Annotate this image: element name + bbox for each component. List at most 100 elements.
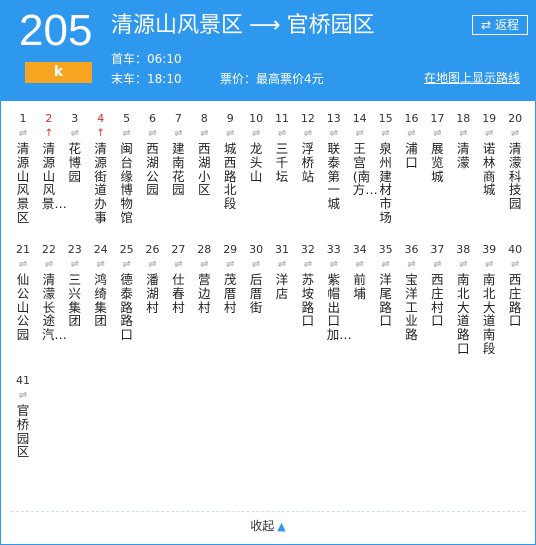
stop-name: 西湖公园	[146, 141, 159, 198]
stop-item[interactable]: 27 ⇌ 仕春村	[168, 242, 188, 314]
bidirectional-icon: ⇌	[122, 128, 131, 139]
stop-number: 7	[174, 112, 182, 125]
stop-number: 40	[508, 243, 523, 256]
bidirectional-icon: ⇌	[70, 259, 79, 270]
route-origin: 清源山风景区	[111, 13, 244, 38]
stop-item[interactable]: 2 ↑ 清源山风景…	[39, 111, 67, 211]
stop-item[interactable]: 7 ⇌ 建南花园	[168, 111, 188, 197]
stop-number: 19	[482, 112, 497, 125]
stop-item[interactable]: 30 ⇌ 后厝街	[246, 242, 266, 314]
stop-item[interactable]: 3 ⇌ 花博园	[65, 111, 85, 183]
bidirectional-icon: ⇌	[484, 128, 494, 139]
stop-name: 浦口	[405, 141, 418, 170]
stop-number: 31	[275, 243, 289, 256]
stop-item[interactable]: 18 ⇌ 清濛	[453, 111, 473, 170]
bidirectional-icon: ⇌	[122, 259, 131, 270]
stop-item[interactable]: 14 ⇌ 王宫(南方…	[350, 111, 378, 198]
stop-name: 泉州建材市场	[379, 141, 392, 225]
fare-value: 最高票价4元	[256, 72, 324, 86]
show-route-on-map-link[interactable]: 在地图上显示路线	[424, 70, 520, 86]
stop-item[interactable]: 12 ⇌ 浮桥站	[298, 111, 318, 183]
bidirectional-icon: ⇌	[225, 128, 235, 139]
stop-number: 22	[41, 243, 56, 256]
stop-item[interactable]: 6 ⇌ 西湖公园	[143, 111, 163, 197]
stop-item[interactable]: 16 ⇌ 浦口	[402, 111, 422, 170]
stop-item[interactable]: 15 ⇌ 泉州建材市场	[376, 111, 396, 225]
bidirectional-icon: ⇌	[459, 259, 468, 270]
stop-name: 仙公山公园	[16, 272, 30, 343]
stop-name: 西湖小区	[198, 141, 211, 198]
stop-number: 37	[430, 243, 445, 256]
stop-number: 20	[508, 112, 523, 125]
stop-item[interactable]: 5 ⇌ 闽台缘博物馆	[117, 111, 137, 225]
stop-item[interactable]: 31 ⇌ 洋店	[272, 242, 292, 301]
stop-name: 花博园	[68, 141, 82, 184]
stop-item[interactable]: 4 ↑ 清源街道办事	[91, 111, 111, 225]
stop-item[interactable]: 37 ⇌ 西庄村口	[427, 242, 447, 328]
stop-item[interactable]: 25 ⇌ 德泰路路口	[117, 242, 137, 342]
stop-name: 浮桥站	[301, 141, 315, 184]
stop-item[interactable]: 41 ⇌ 官桥园区	[13, 373, 33, 459]
stop-name: 龙头山	[249, 141, 263, 184]
stop-item[interactable]: 13 ⇌ 联泰第一城	[324, 111, 344, 211]
stop-item[interactable]: 32 ⇌ 苏垵路口	[298, 242, 318, 328]
stop-item[interactable]: 19 ⇌ 诺林商城	[479, 111, 499, 197]
stop-item[interactable]: 29 ⇌ 茂厝村	[220, 242, 240, 314]
stop-number: 33	[326, 243, 341, 256]
stop-item[interactable]: 17 ⇌ 展览城	[427, 111, 447, 183]
stop-number: 26	[145, 243, 160, 256]
bidirectional-icon: ⇌	[148, 259, 157, 270]
bidirectional-icon: ⇌	[174, 259, 183, 270]
bidirectional-icon: ⇌	[277, 128, 287, 139]
stop-item[interactable]: 36 ⇌ 宝洋工业路	[402, 242, 422, 342]
stop-item[interactable]: 11 ⇌ 三千坛	[272, 111, 292, 183]
stop-number: 21	[16, 243, 30, 256]
stop-number: 3	[71, 112, 79, 125]
stop-name: 鸿绮集团	[94, 272, 107, 329]
stop-item[interactable]: 38 ⇌ 南北大道路口	[453, 242, 473, 356]
bidirectional-icon: ⇌	[433, 128, 442, 139]
bidirectional-icon: ⇌	[148, 128, 157, 139]
bidirectional-icon: ⇌	[303, 128, 313, 139]
bidirectional-icon: ⇌	[510, 128, 520, 139]
stop-name: 王宫(南方…	[352, 141, 378, 198]
stop-name: 建南花园	[172, 141, 185, 198]
stop-number: 16	[404, 112, 419, 125]
stop-item[interactable]: 24 ⇌ 鸿绮集团	[91, 242, 111, 328]
fare-info: 票价：最高票价4元	[220, 71, 324, 87]
direction-arrow-icon: ⟶	[249, 13, 281, 38]
stop-number: 39	[482, 243, 497, 256]
stop-item[interactable]: 1 ⇌ 清源山风景区	[13, 111, 33, 225]
stop-name: 联泰第一城	[327, 141, 341, 212]
stop-name: 苏垵路口	[301, 272, 315, 329]
stop-item[interactable]: 10 ⇌ 龙头山	[246, 111, 266, 183]
stop-name: 展览城	[431, 141, 444, 184]
stop-item[interactable]: 8 ⇌ 西湖小区	[194, 111, 214, 197]
stop-name: 营边村	[198, 272, 211, 315]
stop-item[interactable]: 22 ⇌ 清濛长途汽…	[39, 242, 67, 342]
bidirectional-icon: ⇌	[200, 259, 209, 270]
stop-number: 24	[93, 243, 108, 256]
stop-item[interactable]: 20 ⇌ 清濛科技园	[505, 111, 525, 211]
stop-number: 38	[456, 243, 471, 256]
stop-item[interactable]: 21 ⇌ 仙公山公园	[13, 242, 33, 342]
stop-item[interactable]: 39 ⇌ 南北大道南段	[479, 242, 499, 356]
stop-item[interactable]: 9 ⇌ 城西路北段	[220, 111, 240, 211]
stop-number: 4	[97, 112, 105, 125]
bidirectional-icon: ⇌	[303, 259, 313, 270]
collapse-button[interactable]: 收起 ▲	[1, 517, 535, 536]
stop-item[interactable]: 40 ⇌ 西庄路口	[505, 242, 525, 328]
stop-name: 仕春村	[172, 272, 185, 315]
bidirectional-icon: ⇌	[329, 259, 338, 270]
stop-item[interactable]: 28 ⇌ 营边村	[194, 242, 214, 314]
last-bus-info: 末车：18:10	[111, 71, 182, 87]
stop-item[interactable]: 35 ⇌ 洋尾路口	[376, 242, 396, 328]
stop-item[interactable]: 33 ⇌ 紫帽出口加…	[324, 242, 352, 342]
stop-name: 城西路北段	[223, 141, 237, 212]
stop-item[interactable]: 26 ⇌ 潘湖村	[143, 242, 163, 314]
stop-item[interactable]: 34 ⇌ 前埔	[350, 242, 370, 301]
route-card: 205 k 清源山风景区 ⟶ 官桥园区 ⇄ 返程 首车：06:10 末车：18:10…	[0, 0, 536, 545]
bidirectional-icon: ⇌	[18, 128, 28, 139]
return-trip-button[interactable]: ⇄ 返程	[472, 15, 528, 35]
stop-item[interactable]: 23 ⇌ 三兴集团	[65, 242, 85, 328]
